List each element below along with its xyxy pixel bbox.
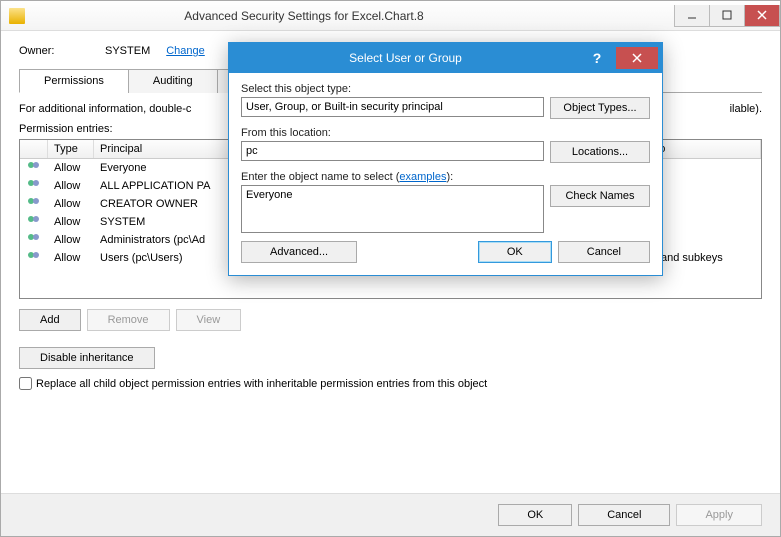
help-button[interactable]: ?	[582, 50, 612, 66]
info-text: For additional information, double-c	[19, 103, 191, 115]
object-name-input[interactable]	[241, 185, 544, 233]
examples-link[interactable]: examples	[399, 171, 446, 183]
locations-button[interactable]: Locations...	[550, 141, 650, 163]
cell-type: Allow	[48, 197, 94, 211]
users-icon	[26, 216, 42, 228]
remove-button[interactable]: Remove	[87, 309, 170, 331]
add-button[interactable]: Add	[19, 309, 81, 331]
replace-label: Replace all child object permission entr…	[36, 378, 487, 390]
cell-type: Allow	[48, 179, 94, 193]
window-title: Advanced Security Settings for Excel.Cha…	[33, 9, 675, 23]
modal-ok-button[interactable]: OK	[478, 241, 552, 263]
tab-permissions[interactable]: Permissions	[19, 69, 129, 93]
cell-type: Allow	[48, 233, 94, 247]
modal-titlebar: Select User or Group ?	[229, 43, 662, 73]
tab-auditing[interactable]: Auditing	[128, 69, 218, 93]
users-icon	[26, 252, 42, 264]
view-button[interactable]: View	[176, 309, 242, 331]
col-icon	[20, 140, 48, 158]
advanced-button[interactable]: Advanced...	[241, 241, 357, 263]
minimize-button[interactable]	[674, 5, 710, 27]
modal-title: Select User or Group	[229, 51, 582, 65]
users-icon	[26, 198, 42, 210]
object-name-label: Enter the object name to select (example…	[241, 171, 650, 183]
owner-label: Owner:	[19, 45, 89, 57]
maximize-button[interactable]	[709, 5, 745, 27]
cell-type: Allow	[48, 251, 94, 265]
object-type-field[interactable]	[241, 97, 544, 117]
close-button[interactable]	[744, 5, 780, 27]
change-owner-link[interactable]: Change	[166, 45, 205, 57]
main-apply-button[interactable]: Apply	[676, 504, 762, 526]
users-icon	[26, 162, 42, 174]
location-field[interactable]	[241, 141, 544, 161]
disable-inheritance-button[interactable]: Disable inheritance	[19, 347, 155, 369]
select-user-dialog: Select User or Group ? Select this objec…	[228, 42, 663, 276]
modal-close-button[interactable]	[616, 47, 658, 69]
col-type[interactable]: Type	[48, 140, 94, 158]
modal-cancel-button[interactable]: Cancel	[558, 241, 650, 263]
titlebar: Advanced Security Settings for Excel.Cha…	[1, 1, 780, 31]
object-types-button[interactable]: Object Types...	[550, 97, 650, 119]
info-text-suffix: ilable).	[730, 103, 762, 115]
folder-icon	[9, 8, 25, 24]
owner-value: SYSTEM	[105, 45, 150, 57]
main-ok-button[interactable]: OK	[498, 504, 572, 526]
cell-type: Allow	[48, 161, 94, 175]
location-label: From this location:	[241, 127, 650, 139]
cell-type: Allow	[48, 215, 94, 229]
object-type-label: Select this object type:	[241, 83, 650, 95]
replace-checkbox[interactable]	[19, 377, 32, 390]
main-cancel-button[interactable]: Cancel	[578, 504, 670, 526]
users-icon	[26, 234, 42, 246]
check-names-button[interactable]: Check Names	[550, 185, 650, 207]
users-icon	[26, 180, 42, 192]
